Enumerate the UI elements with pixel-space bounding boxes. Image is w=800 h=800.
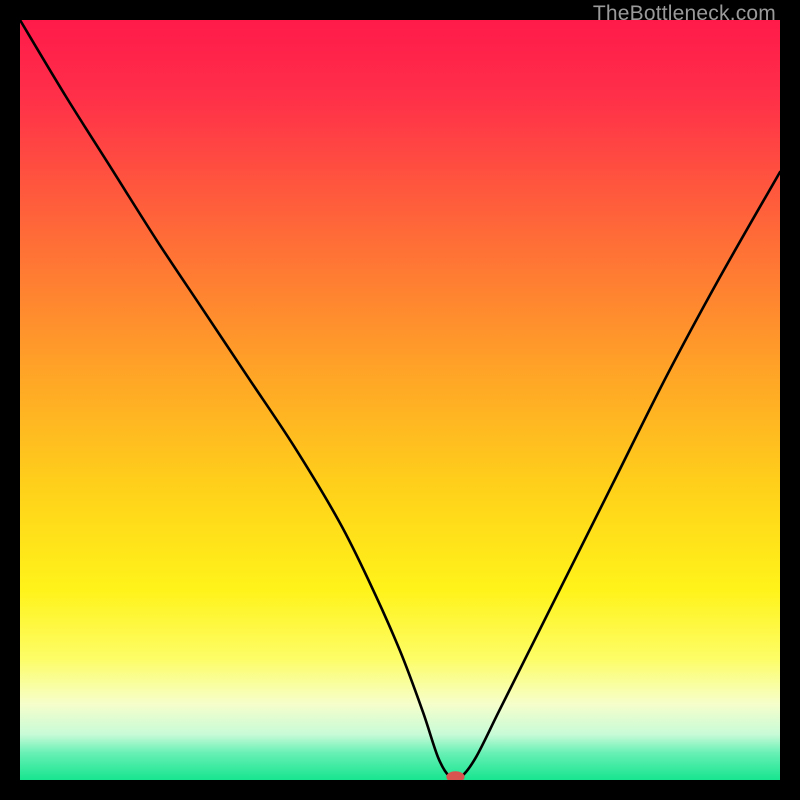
plot-area <box>20 20 780 780</box>
gradient-background <box>20 20 780 780</box>
chart-svg <box>20 20 780 780</box>
chart-frame: TheBottleneck.com <box>0 0 800 800</box>
